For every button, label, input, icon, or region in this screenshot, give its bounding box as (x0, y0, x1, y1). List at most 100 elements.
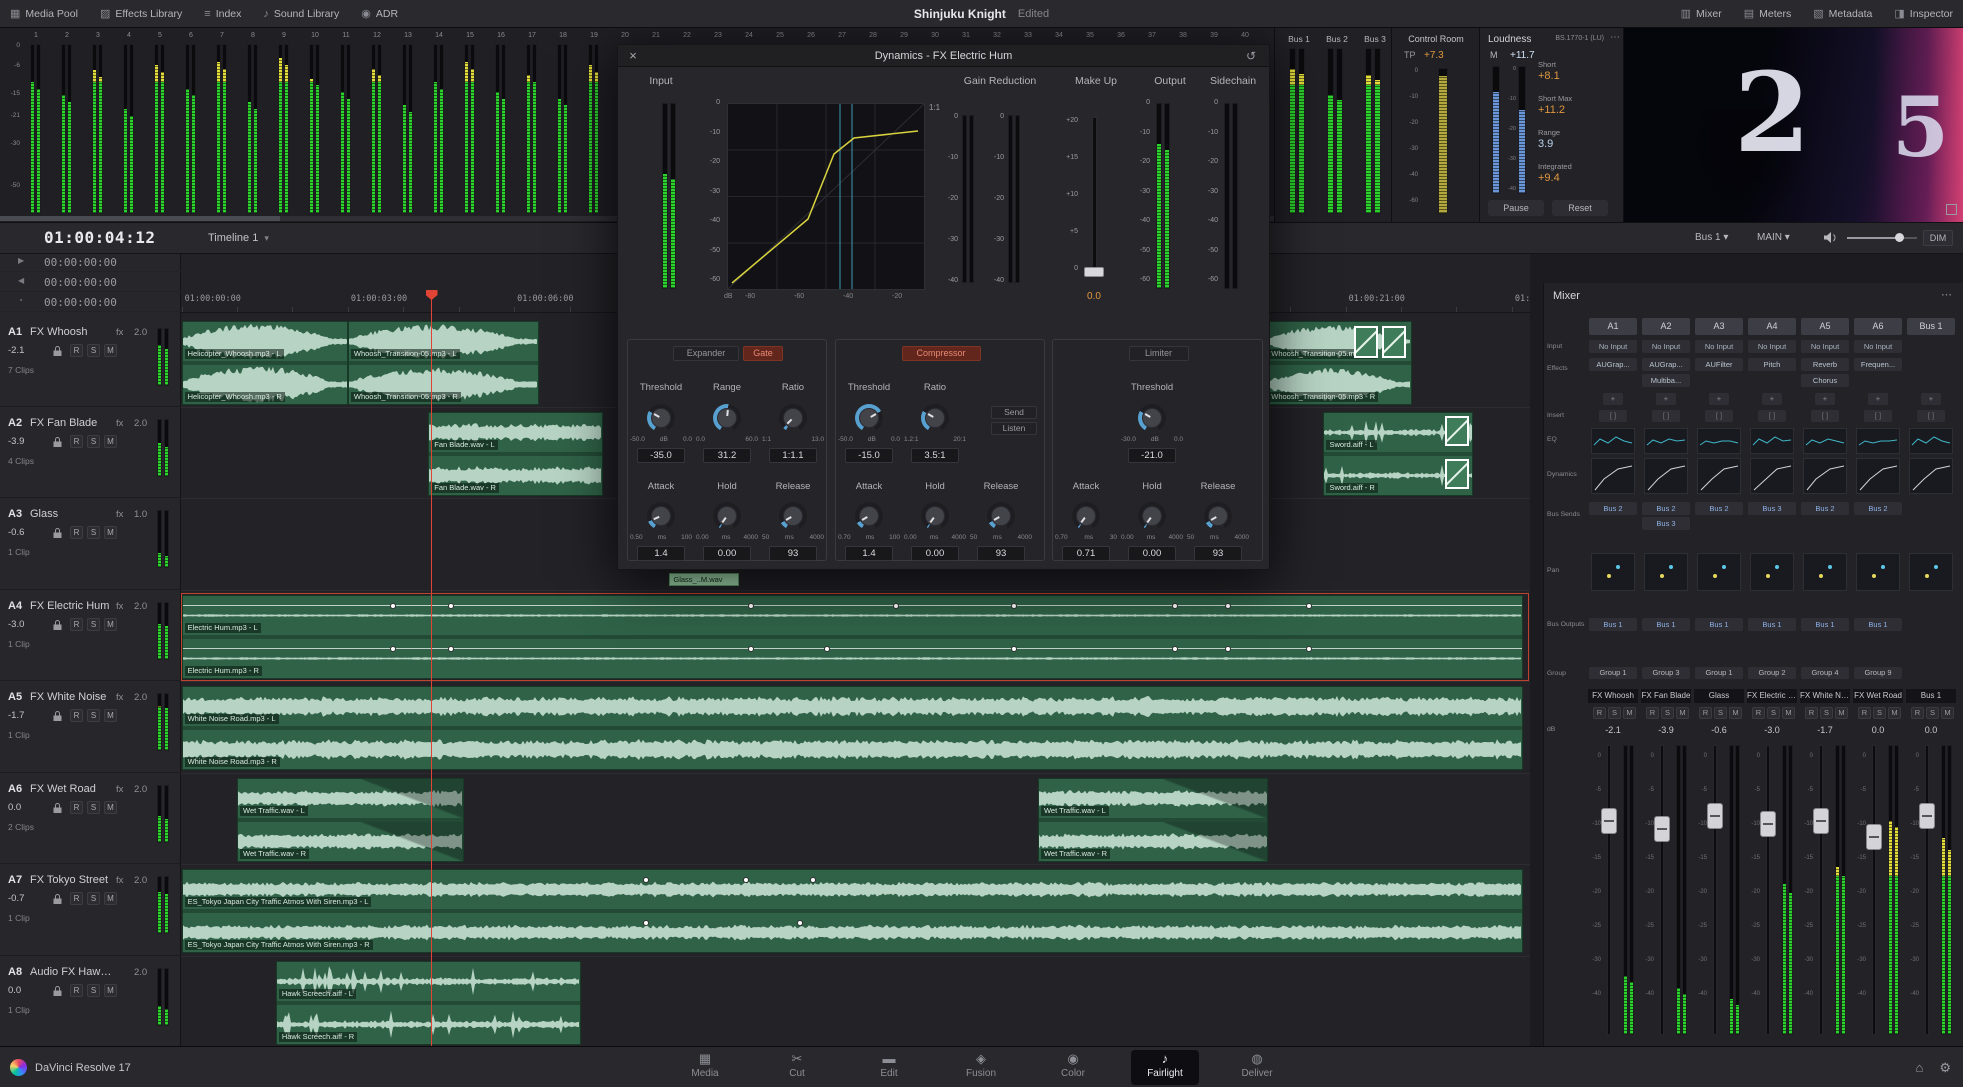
input-select-a6[interactable]: No Input (1854, 340, 1902, 353)
audio-clip[interactable]: Wet Traffic.wav - L Wet Traffic.wav - R (1037, 777, 1269, 862)
r-button[interactable]: R (70, 526, 83, 540)
group-slot[interactable]: Group 1 (1695, 667, 1743, 679)
threshold-value[interactable]: -15.0 (845, 448, 893, 463)
bridge-scrollbar-handle[interactable] (0, 216, 280, 221)
threshold-knob[interactable] (647, 404, 675, 432)
m-button[interactable]: M (1835, 707, 1848, 719)
attack-knob[interactable] (647, 502, 675, 530)
insert-slot[interactable]: [ ] (1758, 410, 1786, 422)
s-button[interactable]: S (1926, 707, 1939, 719)
fader-handle[interactable] (1654, 815, 1670, 842)
insert-slot[interactable]: [ ] (1652, 410, 1680, 422)
pause-button[interactable]: Pause (1488, 200, 1544, 216)
loudness-standard-select[interactable]: BS.1770-1 (LU) (1530, 35, 1604, 45)
r-button[interactable]: R (70, 617, 83, 631)
release-value[interactable]: 93 (1194, 546, 1242, 561)
page-tab-media[interactable]: ▦ Media (671, 1050, 739, 1085)
fader-handle[interactable] (1707, 802, 1723, 829)
eq-thumbnail[interactable] (1591, 428, 1635, 454)
ratio-value[interactable]: 3.5:1 (911, 448, 959, 463)
pan-pad[interactable] (1856, 553, 1900, 591)
attack-knob[interactable] (1072, 502, 1100, 530)
threshold-knob[interactable] (1138, 404, 1166, 432)
clip-thumbnail[interactable] (1354, 325, 1379, 358)
s-button[interactable]: S (1820, 707, 1833, 719)
effect-slot[interactable]: Multiba... (1642, 374, 1690, 387)
reset-icon[interactable]: ↺ (1246, 49, 1262, 63)
effect-slot[interactable]: AUGrap... (1642, 358, 1690, 371)
release-value[interactable]: 93 (769, 546, 817, 561)
add-effect-button[interactable]: + (1815, 393, 1835, 405)
s-button[interactable]: S (1873, 707, 1886, 719)
hold-knob[interactable] (1138, 502, 1166, 530)
reset-button[interactable]: Reset (1552, 200, 1608, 216)
tab-gate[interactable]: Gate (743, 346, 783, 361)
effect-slot[interactable]: Frequen... (1854, 358, 1902, 371)
input-select-a1[interactable]: No Input (1589, 340, 1637, 353)
automation-point[interactable] (1171, 645, 1178, 652)
add-effect-button[interactable]: + (1603, 393, 1623, 405)
range-knob[interactable] (713, 404, 741, 432)
r-button[interactable]: R (1805, 707, 1818, 719)
m-button[interactable]: M (104, 617, 117, 631)
m-button[interactable]: M (1782, 707, 1795, 719)
audio-clip[interactable]: Fan Blade.wav - L Fan Blade.wav - R (428, 411, 603, 496)
bus-send-slot[interactable]: Bus 2 (1642, 502, 1690, 515)
pan-pad[interactable] (1803, 553, 1847, 591)
insert-slot[interactable]: [ ] (1917, 410, 1945, 422)
ratio-knob[interactable] (779, 404, 807, 432)
eq-thumbnail[interactable] (1909, 428, 1953, 454)
add-effect-button[interactable]: + (1868, 393, 1888, 405)
audio-clip[interactable]: Hawk Screech.aiff - L Hawk Screech.aiff -… (275, 960, 581, 1045)
s-button[interactable]: S (87, 709, 100, 723)
automation-point[interactable] (1305, 602, 1312, 609)
m-button[interactable]: M (1623, 707, 1636, 719)
audio-clip[interactable]: White Noise Road.mp3 - L White Noise Road… (181, 686, 1523, 771)
page-tab-edit[interactable]: ▬ Edit (855, 1050, 923, 1085)
mixer-channel-header-a2[interactable]: A2 (1642, 318, 1690, 335)
mixer-channel-header-a5[interactable]: A5 (1801, 318, 1849, 335)
fader-handle[interactable] (1813, 807, 1829, 834)
r-button[interactable]: R (1593, 707, 1606, 719)
input-select-a4[interactable]: No Input (1748, 340, 1796, 353)
group-slot[interactable]: Group 2 (1748, 667, 1796, 679)
ratio-knob[interactable] (921, 404, 949, 432)
effect-slot[interactable]: Pitch (1748, 358, 1796, 371)
pan-pad[interactable] (1909, 553, 1953, 591)
mixer-channel-header-a3[interactable]: A3 (1695, 318, 1743, 335)
page-tab-cut[interactable]: ✂ Cut (763, 1050, 831, 1085)
m-button[interactable]: M (104, 800, 117, 814)
dim-button[interactable]: DIM (1923, 230, 1953, 246)
m-button[interactable]: M (104, 892, 117, 906)
r-button[interactable]: R (70, 983, 83, 997)
s-button[interactable]: S (1661, 707, 1674, 719)
group-slot[interactable]: Group 9 (1854, 667, 1902, 679)
release-knob[interactable] (987, 502, 1015, 530)
lock-icon[interactable] (52, 801, 65, 814)
eq-thumbnail[interactable] (1750, 428, 1794, 454)
mixer-channel-header-a1[interactable]: A1 (1589, 318, 1637, 335)
dynamics-thumbnail[interactable] (1750, 458, 1794, 494)
track-header-A8[interactable]: A8 Audio FX Hawk Sc.. 2.0 0.0 RSM 1 Clip (0, 960, 181, 1046)
threshold-value[interactable]: -21.0 (1128, 448, 1176, 463)
pan-pad[interactable] (1591, 553, 1635, 591)
automation-line[interactable] (182, 604, 1522, 606)
timeline-selector[interactable]: Timeline 1 ▾ (208, 232, 269, 244)
bus-send-slot[interactable]: Bus 2 (1695, 502, 1743, 515)
r-button[interactable]: R (70, 343, 83, 357)
r-button[interactable]: R (70, 892, 83, 906)
page-tab-color[interactable]: ◉ Color (1039, 1050, 1107, 1085)
track-header-A4[interactable]: A4 FX Electric Hum fx 2.0 -3.0 R S M 1 Clip (0, 594, 181, 682)
threshold-value[interactable]: -35.0 (637, 448, 685, 463)
add-effect-button[interactable]: + (1709, 393, 1729, 405)
automation-point[interactable] (389, 645, 396, 652)
add-effect-button[interactable]: + (1656, 393, 1676, 405)
group-slot[interactable]: Group 1 (1589, 667, 1637, 679)
page-tab-fairlight[interactable]: ♪ Fairlight (1131, 1050, 1199, 1085)
automation-point[interactable] (796, 920, 803, 927)
effect-slot[interactable]: AUGrap... (1589, 358, 1637, 371)
r-button[interactable]: R (1646, 707, 1659, 719)
speaker-icon[interactable] (1823, 231, 1839, 245)
automation-point[interactable] (389, 602, 396, 609)
release-knob[interactable] (779, 502, 807, 530)
